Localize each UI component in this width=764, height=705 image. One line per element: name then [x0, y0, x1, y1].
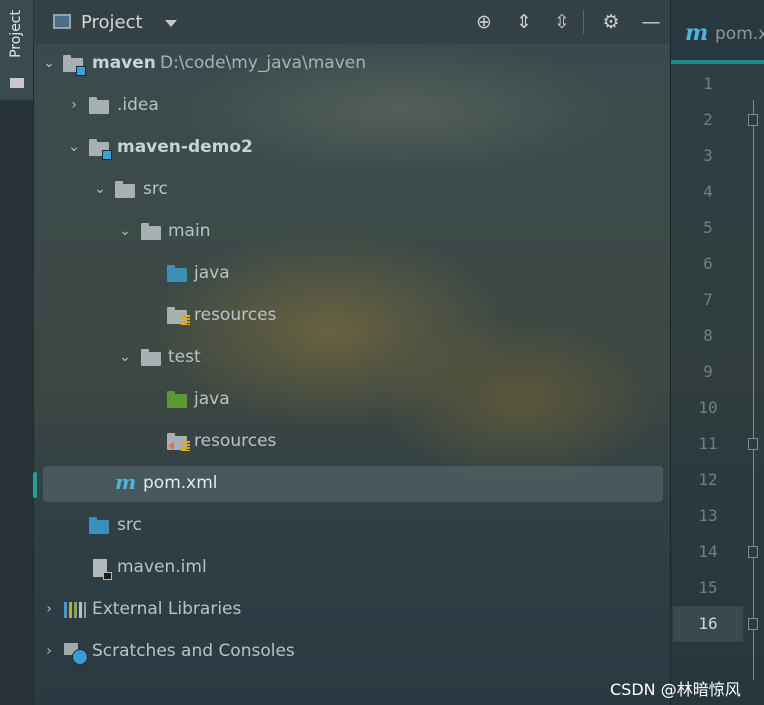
line-number: 1: [703, 74, 713, 93]
tree-node-scratches[interactable]: › Scratches and Consoles: [33, 634, 670, 670]
tree-node-label: java: [194, 389, 230, 409]
line-number: 10: [698, 398, 718, 417]
tree-node-label: resources: [194, 305, 277, 325]
tree-node-test[interactable]: ⌄ test: [33, 340, 670, 376]
chevron-down-icon[interactable]: [165, 20, 177, 27]
project-tab-label: Project: [8, 10, 24, 58]
tree-node-label: External Libraries: [92, 599, 242, 619]
hide-icon[interactable]: —: [640, 11, 662, 33]
collapse-all-icon[interactable]: ⇳: [551, 11, 573, 33]
tree-node-pom-xml[interactable]: m pom.xml: [33, 466, 670, 502]
locate-icon[interactable]: ⊕: [473, 11, 495, 33]
scratches-icon: [64, 643, 88, 665]
tree-node-maven-demo2[interactable]: ⌄ maven-demo2: [33, 130, 670, 166]
project-tool-tab[interactable]: Project: [0, 0, 33, 100]
module-folder-icon: [63, 55, 86, 76]
tree-node-label: Scratches and Consoles: [92, 641, 295, 661]
tree-node-main-resources[interactable]: resources: [33, 298, 670, 334]
folder-icon: [89, 97, 109, 114]
tree-node-label: maven: [92, 53, 156, 73]
project-view-title[interactable]: Project: [81, 12, 143, 33]
maven-file-icon: m: [115, 470, 137, 494]
libraries-icon: [64, 601, 86, 618]
fold-guide-line: [753, 100, 754, 680]
line-number: 11: [698, 434, 718, 453]
line-number: 4: [703, 182, 713, 201]
module-file-icon: [91, 559, 112, 580]
tree-node-label: test: [168, 347, 201, 367]
line-number: 7: [703, 290, 713, 309]
chevron-down-icon[interactable]: ⌄: [41, 54, 57, 72]
fold-marker-icon[interactable]: [748, 114, 758, 126]
tree-node-label: maven-demo2: [117, 137, 253, 157]
maven-file-icon: m: [685, 20, 709, 46]
line-number: 9: [703, 362, 713, 381]
chevron-right-icon[interactable]: ›: [41, 642, 57, 660]
fold-marker-icon[interactable]: [748, 546, 758, 558]
tree-node-test-java[interactable]: java: [33, 382, 670, 418]
tree-node-label: pom.xml: [143, 473, 218, 493]
gear-icon[interactable]: ⚙: [600, 11, 622, 33]
tree-node-src[interactable]: ⌄ src: [33, 172, 670, 208]
folder-icon: [141, 349, 161, 366]
folder-icon: [141, 223, 161, 240]
editor-tab-pom-xml[interactable]: m pom.x: [671, 0, 764, 62]
tree-node-label: main: [168, 221, 211, 241]
tree-node-main[interactable]: ⌄ main: [33, 214, 670, 250]
line-number: 12: [698, 470, 718, 489]
line-number: 13: [698, 506, 718, 525]
folder-icon: [115, 181, 135, 198]
fold-marker-icon[interactable]: [748, 618, 758, 630]
active-tab-underline: [671, 60, 764, 64]
project-panel-header: Project ⊕ ⇕ ⇳ ⚙ —: [33, 0, 670, 44]
tree-node-test-resources[interactable]: resources: [33, 424, 670, 460]
line-number: 6: [703, 254, 713, 273]
line-number: 2: [703, 110, 713, 129]
watermark: CSDN @林暗惊风: [610, 680, 741, 699]
test-resources-folder-icon: [167, 433, 190, 451]
fold-marker-icon[interactable]: [748, 438, 758, 450]
project-view-icon: [53, 14, 71, 29]
tree-node-maven[interactable]: ⌄ maven D:\code\my_java\maven: [33, 46, 670, 82]
chevron-down-icon[interactable]: ⌄: [117, 222, 133, 240]
line-number: 8: [703, 326, 713, 345]
tree-node-label: java: [194, 263, 230, 283]
chevron-down-icon[interactable]: ⌄: [117, 348, 133, 366]
resources-folder-icon: [167, 307, 190, 325]
module-folder-icon: [89, 139, 112, 160]
tree-node-label: maven.iml: [117, 557, 207, 577]
line-number: 3: [703, 146, 713, 165]
editor-tab-label: pom.x: [715, 24, 764, 44]
chevron-right-icon[interactable]: ›: [66, 96, 82, 114]
source-folder-icon: [89, 517, 109, 534]
line-number: 14: [698, 542, 718, 561]
tree-node-label: src: [117, 515, 142, 535]
folder-icon: [10, 78, 24, 88]
toolbar-separator: [583, 10, 584, 34]
chevron-down-icon[interactable]: ⌄: [92, 180, 108, 198]
chevron-down-icon[interactable]: ⌄: [66, 138, 82, 156]
tree-node-maven-iml[interactable]: maven.iml: [33, 550, 670, 586]
tree-node-path: D:\code\my_java\maven: [160, 53, 367, 73]
tree-node-label: src: [143, 179, 168, 199]
tool-window-stripe: Project: [0, 0, 34, 705]
source-folder-icon: [167, 265, 187, 282]
test-source-folder-icon: [167, 391, 187, 408]
tree-node-root-src[interactable]: src: [33, 508, 670, 544]
expand-all-icon[interactable]: ⇕: [513, 11, 535, 33]
line-number: 5: [703, 218, 713, 237]
tree-node-external-libraries[interactable]: › External Libraries: [33, 592, 670, 628]
line-number: 15: [698, 578, 718, 597]
tree-node-label: resources: [194, 431, 277, 451]
editor-pane: m pom.x 1 2 3 4 5 6 7 8 9 10 11 12 13 14 15 16: [670, 0, 764, 705]
chevron-right-icon[interactable]: ›: [41, 600, 57, 618]
tree-node-idea[interactable]: › .idea: [33, 88, 670, 124]
tree-node-main-java[interactable]: java: [33, 256, 670, 292]
line-number: 16: [673, 606, 743, 642]
tree-node-label: .idea: [117, 95, 159, 115]
